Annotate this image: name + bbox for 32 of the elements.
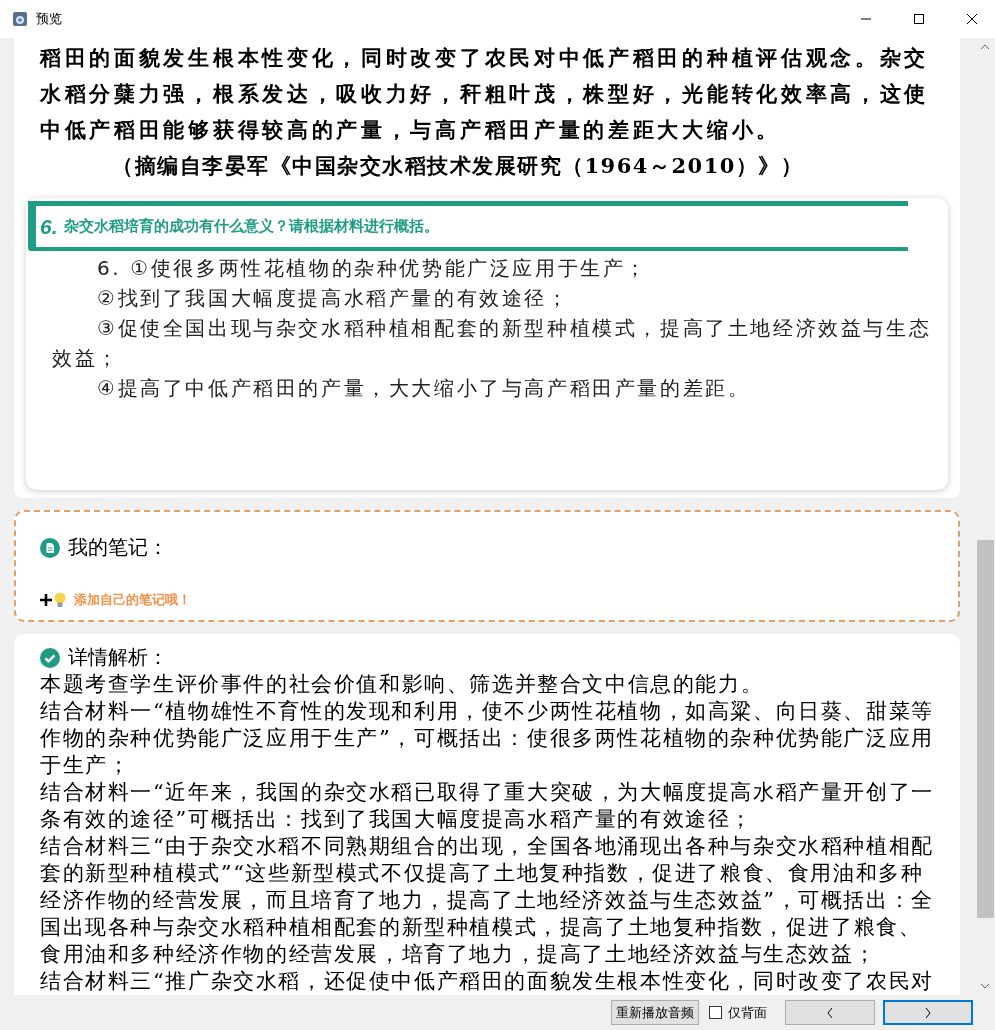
analysis-title: 详情解析： <box>68 644 168 671</box>
checkmark-icon <box>40 647 60 668</box>
back-only-checkbox[interactable] <box>709 1006 722 1019</box>
analysis-text: 结合材料一“近年来，我国的杂交水稻已取得了重大突破，为大幅度提高水稻产量开创了一条有效的途径”可概括出：找到了我国大幅度提高水稻产量的有效途径； <box>40 779 935 833</box>
analysis-text: 结合材料一“植物雄性不育性的发现和利用，使不少两性花植物，如高粱、向日葵、甜菜等作物的杂种优势能广泛应用于生产”，可概括出：使很多两性花植物的杂种优势能广泛应用于生产； <box>40 698 935 779</box>
analysis-text: 本题考查学生评价事件的社会价值和影响、筛选并整合文中信息的能力。 <box>40 671 765 698</box>
analysis-text: 结合材料三“推广杂交水稻，还促使中低产稻田的面貌发生根本性变化，同时改变了农民对 <box>40 968 935 995</box>
next-button[interactable] <box>883 1000 973 1025</box>
answer-text: ②找到了我国大幅度提高水稻产量的有效途径； <box>96 285 571 312</box>
answer-text: ④提高了中低产稻田的产量，大大缩小了与高产稻田产量的差距。 <box>96 375 752 402</box>
passage-text: 稻田的面貌发生根本性变化，同时改变了农民对中低产稻田的种植评估观念。杂交水稻分蘖力强，根系发达，吸收力好，秆粗叶茂，株型好，光能转化效率高，这使中低产稻田能够获得较高的产量，与高产稻田产量的差距大大缩小。 <box>40 44 931 144</box>
source-citation: （摘编自李晏军《中国杂交水稻技术发展研究（1964～2010）》） <box>112 152 805 180</box>
chevron-right-icon <box>925 1007 931 1018</box>
chevron-left-icon <box>827 1007 833 1018</box>
plus-icon <box>40 594 52 606</box>
replay-audio-button[interactable]: 重新播放音频 <box>611 1000 699 1025</box>
notes-title: 我的笔记： <box>68 534 168 561</box>
answer-text: ③促使全国出现与杂交水稻种植相配套的新型种植模式，提高了土地经济效益与生态效益； <box>52 315 932 372</box>
question-number: 6. <box>40 214 58 239</box>
app-icon <box>12 11 28 27</box>
question-prompt: 杂交水稻培育的成功有什么意义？请根据材料进行概括。 <box>63 217 439 236</box>
scroll-up-icon[interactable] <box>981 44 989 49</box>
document-icon <box>40 537 60 558</box>
scroll-down-icon[interactable] <box>981 984 989 989</box>
lightbulb-icon <box>54 592 66 608</box>
answer-text: 6. ①使很多两性花植物的杂种优势能广泛应用于生产； <box>96 255 649 282</box>
close-icon <box>967 14 977 24</box>
scrollbar-thumb[interactable] <box>976 540 994 918</box>
window-title: 预览 <box>36 10 62 28</box>
back-only-label: 仅背面 <box>728 1003 767 1022</box>
analysis-text: 结合材料三“由于杂交水稻不同熟期组合的出现，全国各地涌现出各种与杂交水稻种植相配套的新型种植模式”“这些新型模式不仅提高了土地复种指数，促进了粮食、食用油和多种经济作物的经营发展，而且培育了地力，提高了土地经济效益与生态效益”，可概括出：全国出现各种与杂交水稻种植相配套的新型种植模式，提高了土地复种指数，促进了粮食、食用油和多种经济作物的经营发展，培育了地力，提高了土地经济效益与生态效益； <box>40 833 935 968</box>
maximize-icon <box>914 14 924 24</box>
